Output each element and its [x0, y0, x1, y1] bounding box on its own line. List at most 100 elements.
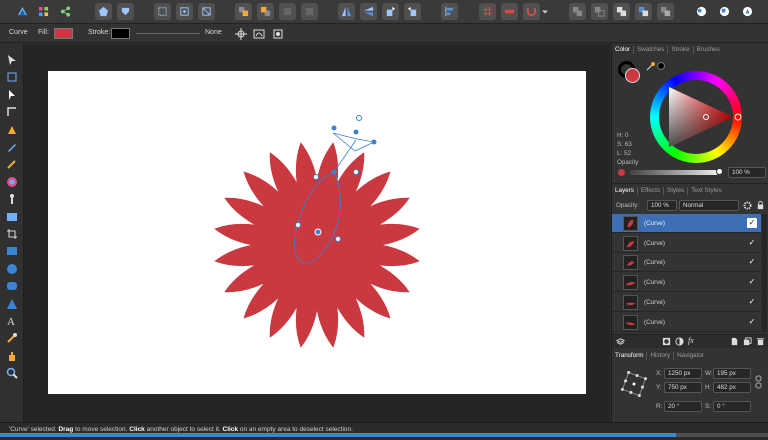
layer-row[interactable]: (Curve) ✓: [612, 253, 761, 273]
affinity-logo-icon[interactable]: [14, 3, 31, 20]
layer-scrollbar[interactable]: [762, 214, 767, 332]
control-handle[interactable]: [371, 139, 377, 145]
layer-visibility-checkbox[interactable]: ✓: [747, 257, 757, 267]
mask-icon[interactable]: [662, 337, 671, 348]
blend-mode-select[interactable]: Normal: [679, 200, 739, 211]
control-handle[interactable]: [331, 125, 337, 131]
rotate-left-icon[interactable]: [382, 3, 399, 20]
crop-tool-icon[interactable]: [5, 227, 19, 241]
link-icon[interactable]: [755, 375, 762, 391]
layer-row[interactable]: (Curve) ✓: [612, 234, 761, 253]
w-field[interactable]: 195 px: [713, 368, 751, 379]
boolean-divide-icon[interactable]: [635, 3, 652, 20]
arrange-back-icon[interactable]: [257, 3, 274, 20]
trash-icon[interactable]: [756, 337, 765, 348]
snap-icon[interactable]: [198, 3, 215, 20]
opacity-slider-knob[interactable]: [716, 168, 723, 175]
tab-stroke[interactable]: Stroke: [671, 46, 694, 54]
flower-shape[interactable]: [214, 142, 420, 348]
duplicate-layer-icon[interactable]: [743, 337, 752, 348]
curve-node[interactable]: [331, 169, 337, 175]
transform-origin-icon[interactable]: [234, 27, 248, 41]
stroke-style[interactable]: None: [205, 29, 222, 36]
tab-effects[interactable]: Effects: [641, 187, 665, 195]
adjustment-icon[interactable]: [675, 337, 684, 348]
tab-color[interactable]: Color: [615, 46, 635, 54]
persona-pixel-icon[interactable]: [117, 3, 134, 20]
add-layer-icon[interactable]: [730, 337, 739, 348]
corner-tool-icon[interactable]: [5, 105, 19, 119]
tab-text-styles[interactable]: Text Styles: [691, 187, 724, 195]
layer-visibility-checkbox[interactable]: ✓: [747, 238, 757, 248]
fill-swatch[interactable]: [54, 28, 73, 39]
tab-transform[interactable]: Transform: [615, 352, 648, 360]
opacity-field[interactable]: 100 %: [728, 167, 766, 178]
flip-vertical-icon[interactable]: [360, 3, 377, 20]
stroke-swatch[interactable]: [111, 28, 130, 39]
grid-icon[interactable]: [35, 3, 52, 20]
zoom-tool-icon[interactable]: [5, 366, 19, 380]
layer-opacity-field[interactable]: 100 %: [647, 200, 677, 211]
view-mode-icon[interactable]: [693, 3, 710, 20]
layer-row[interactable]: (Curve) ✓: [612, 293, 761, 312]
black-swatch[interactable]: [657, 62, 665, 70]
curve-node[interactable]: [353, 169, 359, 175]
artboard-tool-icon[interactable]: [5, 70, 19, 84]
pencil-tool-icon[interactable]: [5, 140, 19, 154]
boolean-xor-icon[interactable]: [657, 3, 674, 20]
rounded-rect-tool-icon[interactable]: [5, 279, 19, 293]
x-field[interactable]: 1250 px: [664, 368, 702, 379]
anchor-selector-icon[interactable]: [620, 370, 648, 399]
y-field[interactable]: 750 px: [664, 382, 702, 393]
tab-layers[interactable]: Layers: [615, 187, 638, 195]
color-wheel[interactable]: [649, 70, 743, 164]
canvas-area[interactable]: [24, 44, 610, 422]
arrange-front-icon[interactable]: [235, 3, 252, 20]
dropdown-icon[interactable]: [541, 3, 549, 20]
magnet-icon[interactable]: [523, 3, 540, 20]
fill-tool-icon[interactable]: [5, 175, 19, 189]
persona-designer-icon[interactable]: [95, 3, 112, 20]
view-mode-2-icon[interactable]: [716, 3, 733, 20]
text-tool-icon[interactable]: A: [5, 314, 19, 328]
arrange-backward-icon[interactable]: [301, 3, 318, 20]
flip-horizontal-icon[interactable]: [338, 3, 355, 20]
move-tool-icon[interactable]: [5, 53, 19, 67]
select-bounds-icon[interactable]: [154, 3, 171, 20]
snapping-toggle-icon[interactable]: [501, 3, 518, 20]
hand-tool-icon[interactable]: [5, 349, 19, 363]
rotate-right-icon[interactable]: [404, 3, 421, 20]
rectangle-tool-icon[interactable]: [5, 244, 19, 258]
curve-node[interactable]: [335, 236, 341, 242]
boolean-add-icon[interactable]: [569, 3, 586, 20]
rotation-field[interactable]: 20 °: [664, 401, 702, 412]
share-icon[interactable]: [57, 3, 74, 20]
curve-node-selected[interactable]: [314, 228, 322, 236]
control-handle[interactable]: [353, 129, 359, 135]
layer-row[interactable]: (Curve) ✓: [612, 273, 761, 293]
gear-icon[interactable]: [743, 201, 752, 212]
fx-icon[interactable]: fx: [688, 336, 694, 345]
tab-brushes[interactable]: Brushes: [697, 46, 723, 54]
transform-origin-icon[interactable]: [176, 3, 193, 20]
tab-navigator[interactable]: Navigator: [677, 352, 707, 360]
curve-node[interactable]: [295, 222, 301, 228]
ellipse-tool-icon[interactable]: [5, 262, 19, 276]
opacity-slider[interactable]: [630, 170, 718, 175]
layer-row[interactable]: (Curve) ✓: [612, 313, 761, 332]
node-tool-icon[interactable]: [5, 88, 19, 102]
fill-stroke-selector[interactable]: [618, 61, 642, 85]
layers-stack-icon[interactable]: [615, 337, 626, 348]
layer-visibility-checkbox[interactable]: ✓: [747, 277, 757, 287]
shear-field[interactable]: 0 °: [713, 401, 751, 412]
place-image-icon[interactable]: [5, 210, 19, 224]
tab-history[interactable]: History: [650, 352, 675, 360]
snapping-grid-icon[interactable]: [479, 3, 496, 20]
boolean-subtract-icon[interactable]: [591, 3, 608, 20]
convert-to-curves-icon[interactable]: [252, 27, 266, 41]
color-picker-icon[interactable]: [5, 331, 19, 345]
artboard-drawing[interactable]: [48, 71, 586, 394]
layer-visibility-checkbox[interactable]: ✓: [747, 317, 757, 327]
pen-tool-icon[interactable]: [5, 123, 19, 137]
layer-visibility-checkbox[interactable]: ✓: [747, 297, 757, 307]
